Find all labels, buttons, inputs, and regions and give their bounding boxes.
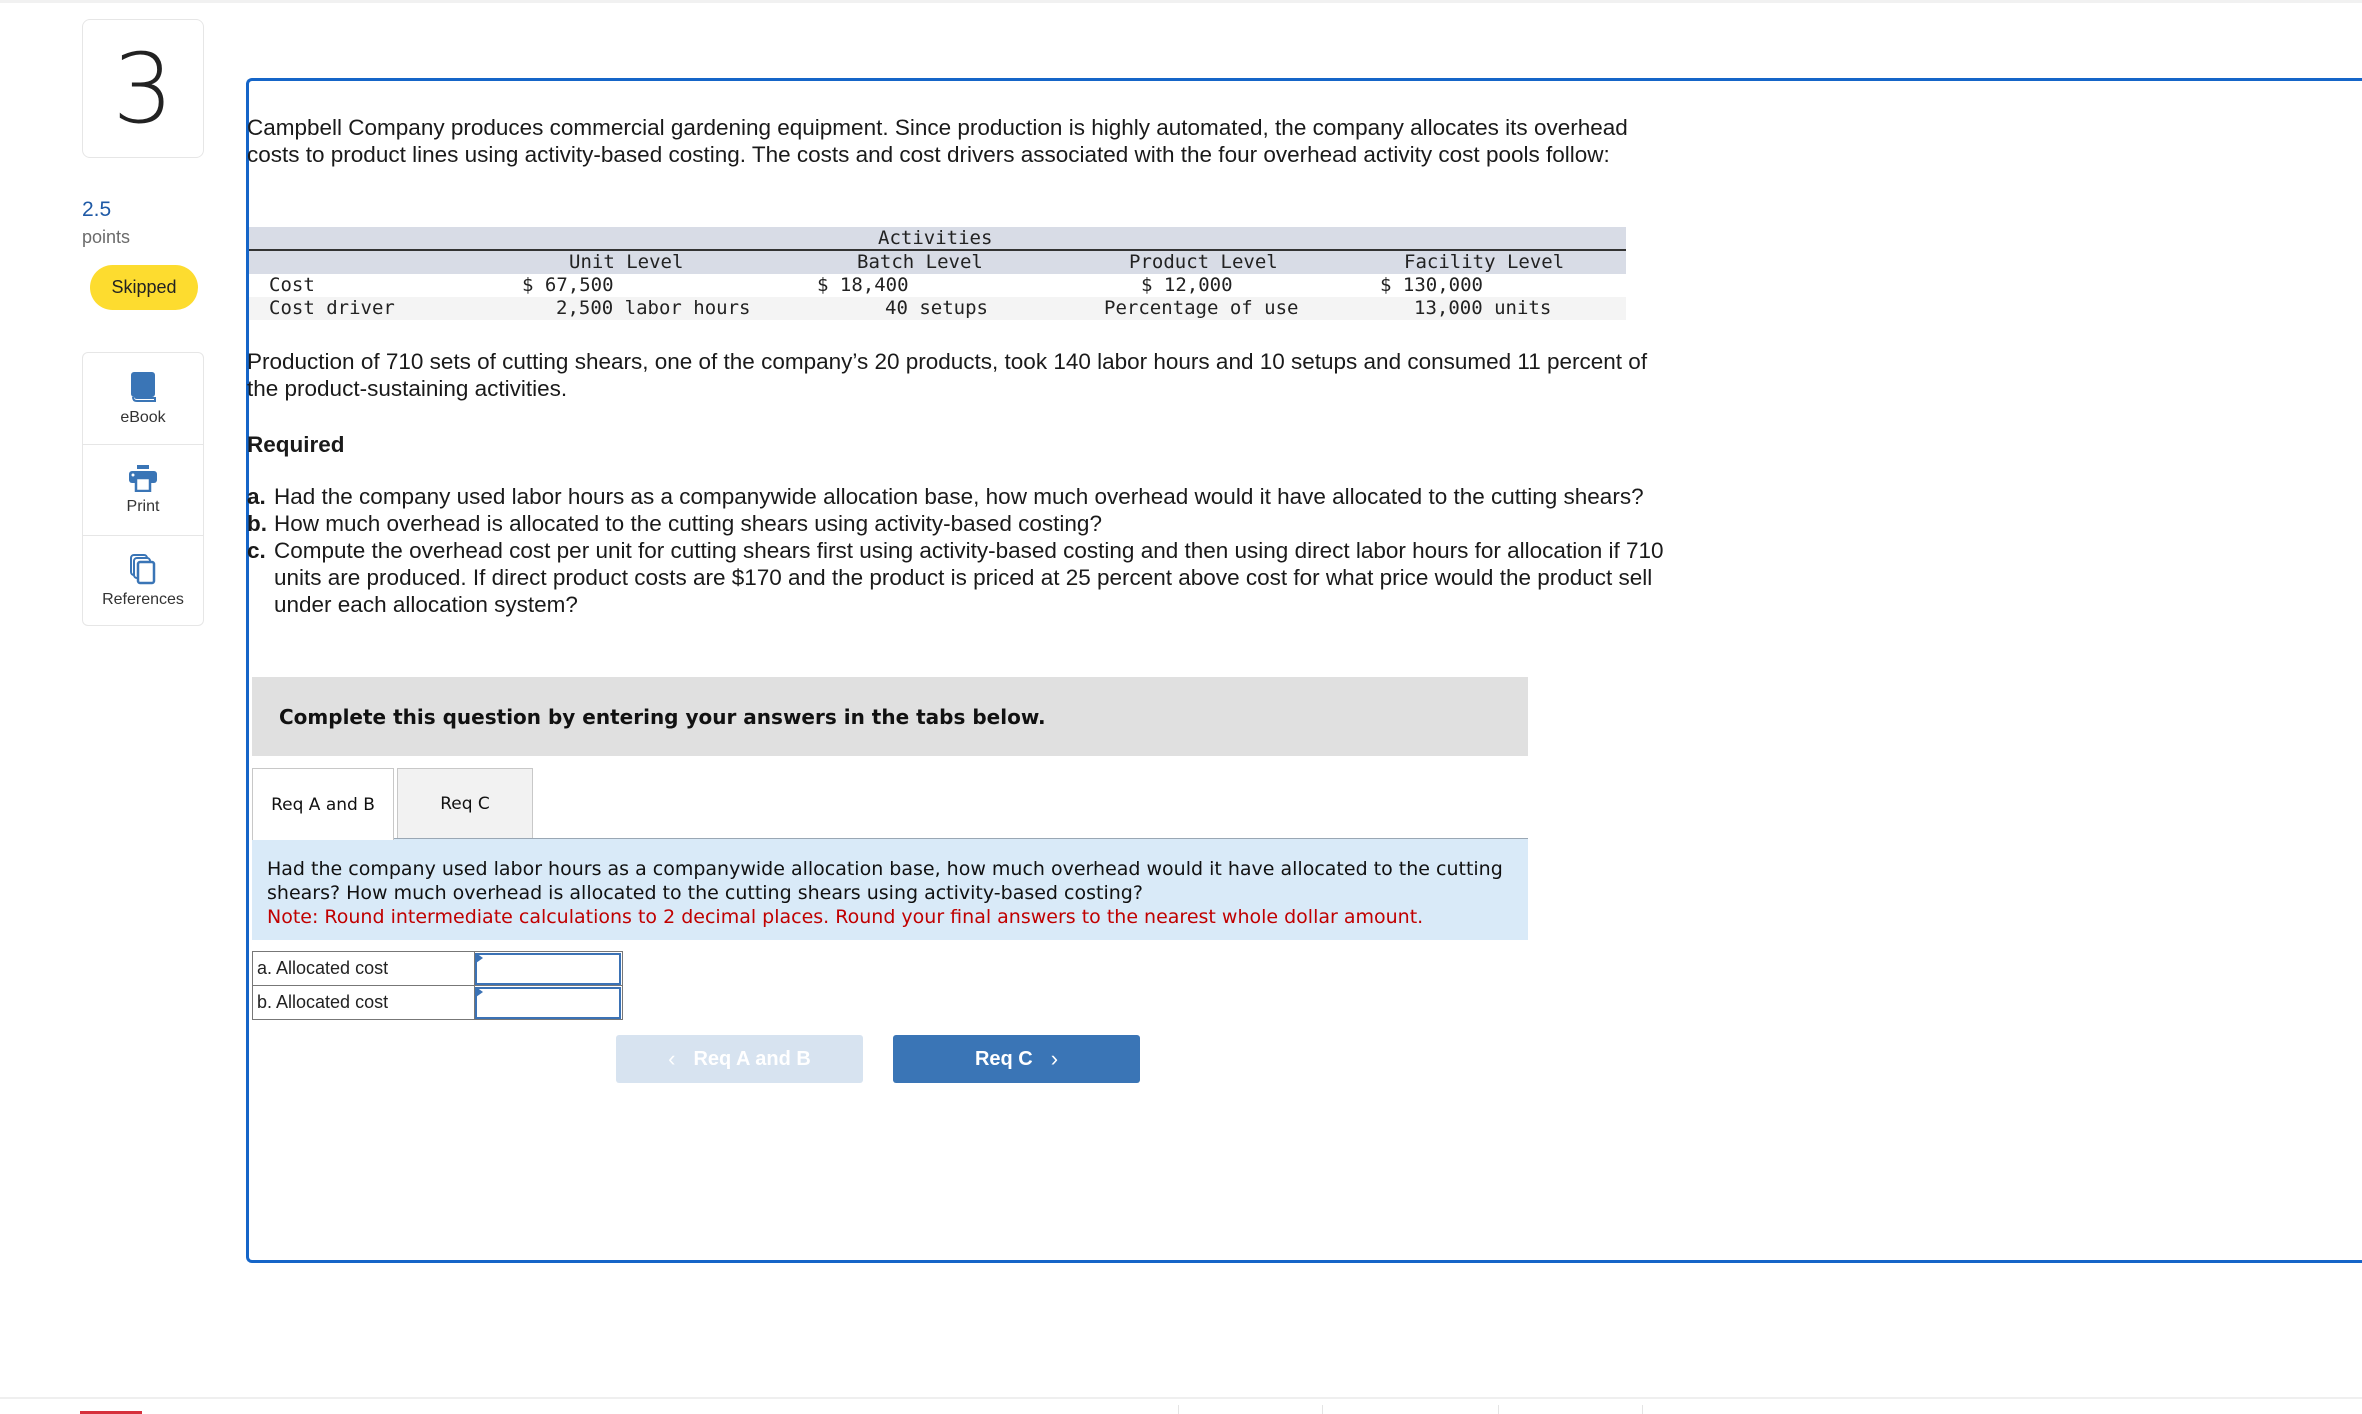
column-header: Batch Level: [857, 251, 983, 273]
chevron-left-icon: ‹: [668, 1046, 676, 1071]
ebook-button[interactable]: eBook: [83, 353, 203, 444]
footer-divider: [0, 1397, 2362, 1399]
references-button[interactable]: References: [83, 535, 203, 626]
footer-separator: [1498, 1405, 1499, 1414]
requirements-list: a. Had the company used labor hours as a…: [247, 483, 1667, 618]
requirement-text: Compute the overhead cost per unit for c…: [274, 538, 1664, 617]
footer-separator: [1322, 1405, 1323, 1414]
instructions-banner: Complete this question by entering your …: [252, 677, 1528, 756]
printer-icon: [128, 464, 158, 492]
allocated-cost-a-input[interactable]: [475, 952, 621, 985]
requirement-c: c. Compute the overhead cost per unit fo…: [247, 537, 1667, 618]
table-cell: $ 130,000: [1380, 274, 1483, 296]
table-group-header-row: Activities: [249, 227, 1626, 251]
footer-separator: [1642, 1405, 1643, 1414]
requirement-a: a. Had the company used labor hours as a…: [247, 483, 1667, 510]
rounding-note: Note: Round intermediate calculations to…: [267, 906, 1424, 928]
answer-label: b. Allocated cost: [252, 985, 475, 1020]
requirement-letter: b.: [247, 511, 267, 536]
requirement-letter: c.: [247, 538, 266, 563]
references-label: References: [102, 591, 184, 608]
table-cell: Percentage of use: [1104, 297, 1299, 319]
tab-question-text: Had the company used labor hours as a co…: [267, 858, 1503, 904]
table-cell: $ 67,500: [522, 274, 614, 296]
answer-table: a. Allocated cost b. Allocated cost: [252, 951, 623, 1020]
row-label: Cost: [269, 274, 315, 296]
group-header: Activities: [878, 227, 993, 249]
column-header: Product Level: [1129, 251, 1278, 273]
table-cell: $ 12,000: [1141, 274, 1233, 296]
prev-tab-button[interactable]: ‹ Req A and B: [616, 1035, 863, 1083]
documents-icon: [129, 553, 157, 585]
allocated-cost-b-input[interactable]: [475, 986, 621, 1019]
table-cell: $ 18,400: [817, 274, 909, 296]
points-value: 2.5: [82, 198, 112, 221]
requirement-b: b. How much overhead is allocated to the…: [247, 510, 1667, 537]
input-marker-icon: [476, 987, 483, 997]
tab-question-panel: Had the company used labor hours as a co…: [252, 838, 1528, 940]
problem-intro: Campbell Company produces commercial gar…: [247, 115, 1628, 167]
question-number: 3: [82, 19, 204, 158]
required-heading: Required: [247, 432, 345, 457]
book-icon: [130, 371, 156, 403]
tools-panel: eBook Print References: [82, 352, 204, 626]
ebook-label: eBook: [120, 408, 166, 426]
prev-tab-label: Req A and B: [693, 1047, 811, 1070]
table-column-header-row: Unit Level Batch Level Product Level Fac…: [249, 251, 1626, 274]
footer-separator: [1178, 1405, 1179, 1414]
column-header: Unit Level: [569, 251, 684, 273]
requirement-letter: a.: [247, 484, 266, 509]
row-label: Cost driver: [269, 297, 395, 319]
table-row: Cost driver 2,500 labor hours 40 setups …: [249, 297, 1626, 320]
top-divider: [0, 0, 2362, 3]
input-marker-icon: [476, 953, 483, 963]
next-tab-button[interactable]: Req C ›: [893, 1035, 1140, 1083]
requirement-text: How much overhead is allocated to the cu…: [274, 511, 1102, 536]
production-text: Production of 710 sets of cutting shears…: [247, 349, 1648, 401]
requirement-tabs: Req A and B Req C: [252, 768, 533, 840]
points-label: points: [82, 227, 131, 247]
tab-req-a-and-b[interactable]: Req A and B: [252, 768, 394, 840]
print-label: Print: [126, 498, 160, 515]
chevron-right-icon: ›: [1050, 1046, 1059, 1071]
activity-cost-table: Activities Unit Level Batch Level Produc…: [249, 227, 1626, 320]
answer-row: b. Allocated cost: [252, 985, 623, 1020]
next-tab-label: Req C: [974, 1047, 1033, 1070]
requirement-text: Had the company used labor hours as a co…: [274, 484, 1644, 509]
table-cell: 2,500 labor hours: [556, 297, 751, 319]
answer-label: a. Allocated cost: [252, 951, 475, 986]
instructions-text: Complete this question by entering your …: [279, 704, 1046, 729]
answer-row: a. Allocated cost: [252, 951, 623, 986]
table-row: Cost $ 67,500 $ 18,400 $ 12,000 $ 130,00…: [249, 274, 1626, 297]
table-cell: 13,000 units: [1414, 297, 1552, 319]
status-badge: Skipped: [90, 265, 198, 310]
print-button[interactable]: Print: [83, 444, 203, 535]
column-header: Facility Level: [1404, 251, 1565, 273]
table-cell: 40 setups: [885, 297, 988, 319]
tab-req-c[interactable]: Req C: [397, 768, 533, 838]
